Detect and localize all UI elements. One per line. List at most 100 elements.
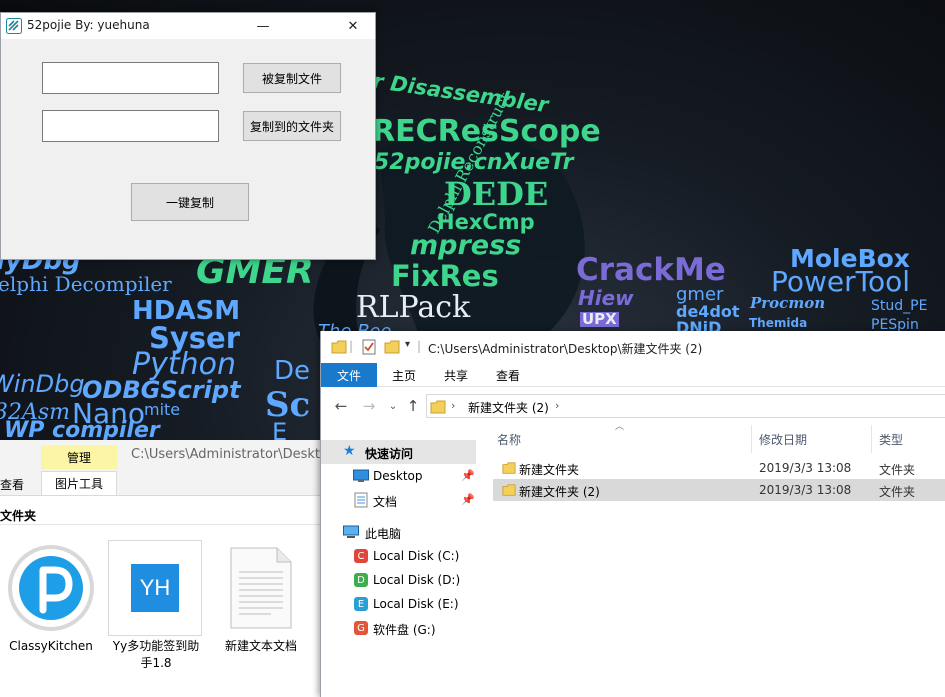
one-click-copy-button[interactable]: 一键复制	[131, 183, 249, 221]
drive-c-icon: C	[354, 549, 368, 563]
background-explorer-ribbon: 管理 C:\Users\Administrator\Desktop\ 查看 图片…	[0, 440, 341, 496]
file-list-pane: ︿ 名称 修改日期 类型 新建文件夹 2019/3/3 13:08 文件夹 新建…	[493, 422, 945, 697]
wp-word-hiew: Hiew	[578, 286, 634, 310]
source-file-input[interactable]	[42, 62, 219, 94]
computer-icon	[343, 525, 359, 538]
explorer-title-path: C:\Users\Administrator\Desktop\新建文件夹 (2)	[428, 342, 703, 356]
pin-icon[interactable]: 📌	[461, 493, 475, 506]
file-row-selected[interactable]: 新建文件夹 (2) 2019/3/3 13:08 文件夹	[493, 479, 945, 501]
nav-item-label: Local Disk (C:)	[373, 549, 460, 563]
column-divider[interactable]	[751, 425, 752, 453]
divider	[0, 524, 322, 525]
file-type: 文件夹	[879, 485, 916, 499]
desktop-tile-text-document[interactable]: 新建文本文档	[212, 540, 310, 690]
breadcrumb-current-folder[interactable]: 新建文件夹 (2)	[468, 399, 549, 416]
pin-icon[interactable]: 📌	[461, 469, 475, 482]
new-folder-icon[interactable]	[384, 339, 400, 355]
tab-file[interactable]: 文件	[321, 363, 377, 387]
wp-word-delphi-decompiler: elphi Decompiler	[0, 272, 172, 296]
background-explorer-path: C:\Users\Administrator\Desktop\	[131, 447, 341, 462]
up-arrow-icon[interactable]: ↑	[403, 396, 423, 416]
column-header-date[interactable]: 修改日期	[759, 431, 807, 448]
yh-app-icon: YH	[108, 540, 202, 636]
minimize-button[interactable]: —	[241, 13, 285, 39]
yh-app-icon-text: YH	[131, 564, 179, 612]
properties-icon[interactable]	[361, 339, 377, 355]
recent-locations-chevron-icon[interactable]: ⌄	[383, 396, 403, 416]
wp-word-pespin: PESpin	[871, 317, 919, 333]
column-header-type[interactable]: 类型	[879, 431, 903, 448]
ribbon-view-tab[interactable]: 查看	[0, 476, 24, 493]
star-icon: ★	[343, 443, 356, 459]
file-name: 新建文件夹 (2)	[519, 485, 600, 499]
sort-ascending-icon: ︿	[615, 422, 625, 432]
file-type: 文件夹	[879, 463, 916, 477]
address-bar[interactable]: › 新建文件夹 (2) ›	[426, 394, 945, 418]
folder-icon	[502, 462, 516, 474]
close-button[interactable]: ✕	[331, 13, 375, 39]
navigation-pane: ★ 快速访问 Desktop 📌 文档 📌 此电脑 C Local Disk (…	[321, 425, 493, 697]
file-date: 2019/3/3 13:08	[759, 461, 852, 475]
wp-word-procmon: Procmon	[750, 294, 826, 312]
ribbon-picture-tools-tab[interactable]: 图片工具	[41, 471, 117, 495]
breadcrumb-chevron-icon[interactable]: ›	[451, 399, 455, 412]
quick-access-dropdown-icon[interactable]: ▾	[405, 339, 410, 350]
wp-word-upx: UPX	[580, 310, 619, 328]
nav-item-quick-access[interactable]: ★ 快速访问	[321, 440, 476, 464]
nav-item-desktop[interactable]: Desktop 📌	[321, 464, 493, 488]
nav-item-label: Desktop	[373, 469, 423, 483]
titlebar-separator-icon: |	[417, 339, 422, 353]
desktop-tile-classykitchen[interactable]: ClassyKitchen	[2, 540, 100, 690]
tab-view[interactable]: 查看	[481, 363, 535, 387]
minimize-icon: —	[256, 18, 270, 34]
nav-item-disk-c[interactable]: C Local Disk (C:)	[321, 544, 493, 568]
back-arrow-icon[interactable]: ←	[331, 396, 351, 416]
nav-item-documents[interactable]: 文档 📌	[321, 488, 493, 512]
tab-home[interactable]: 主页	[377, 363, 431, 387]
nav-item-label: Local Disk (E:)	[373, 597, 459, 611]
select-target-folder-button[interactable]: 复制到的文件夹	[243, 111, 341, 141]
wp-word-mite: mite	[144, 400, 181, 419]
ribbon-manage-tab[interactable]: 管理	[41, 445, 117, 469]
nav-item-this-pc[interactable]: 此电脑	[321, 520, 493, 544]
column-header-name[interactable]: 名称	[497, 431, 521, 448]
file-date: 2019/3/3 13:08	[759, 483, 852, 497]
explorer-navigation-bar: ← → ⌄ ↑ › 新建文件夹 (2) ›	[321, 387, 945, 425]
background-explorer-window[interactable]: 管理 C:\Users\Administrator\Desktop\ 查看 图片…	[0, 440, 341, 697]
tile-label: 新建文本文档	[224, 639, 297, 653]
app-title: 52pojie By: yuehuna	[27, 18, 150, 32]
wp-word-compiler: WP compiler	[4, 418, 160, 443]
nav-item-disk-d[interactable]: D Local Disk (D:)	[321, 568, 493, 592]
explorer-ribbon-tabs: 文件 主页 共享 查看	[321, 363, 945, 387]
file-explorer-window[interactable]: | ▾ | C:\Users\Administrator\Desktop\新建文…	[320, 331, 945, 697]
wp-word-fixres: FixRes	[391, 259, 499, 293]
wp-word-de: De	[274, 356, 311, 386]
nav-item-label: 软件盘 (G:)	[373, 623, 436, 637]
drive-g-icon: G	[354, 621, 368, 635]
explorer-titlebar[interactable]: | ▾ | C:\Users\Administrator\Desktop\新建文…	[321, 331, 945, 363]
app-titlebar[interactable]: 52pojie By: yuehuna — ✕	[1, 13, 375, 39]
file-row[interactable]: 新建文件夹 2019/3/3 13:08 文件夹	[493, 457, 945, 479]
copy-tool-window[interactable]: 52pojie By: yuehuna — ✕ 被复制文件 复制到的文件夹 一键…	[0, 12, 376, 260]
nav-item-disk-g[interactable]: G 软件盘 (G:)	[321, 616, 493, 640]
breadcrumb-chevron-icon[interactable]: ›	[555, 399, 559, 412]
select-source-file-button[interactable]: 被复制文件	[243, 63, 341, 93]
file-name: 新建文件夹	[519, 463, 580, 477]
drive-e-icon: E	[354, 597, 368, 611]
wp-word-windbg: WinDbg	[0, 370, 85, 398]
wp-word-sc: Sc	[265, 385, 311, 425]
nav-item-disk-e[interactable]: E Local Disk (E:)	[321, 592, 493, 616]
forward-arrow-icon[interactable]: →	[359, 396, 379, 416]
text-document-icon	[216, 542, 306, 634]
nav-item-label: 文档	[373, 495, 398, 509]
app-logo-icon	[6, 18, 22, 34]
folder-icon	[502, 484, 516, 496]
column-divider[interactable]	[871, 425, 872, 453]
nav-item-label: Local Disk (D:)	[373, 573, 461, 587]
desktop-tile-yy-checkin[interactable]: YH Yy多功能签到助手1.8	[107, 540, 205, 690]
target-folder-input[interactable]	[42, 110, 219, 142]
tab-share[interactable]: 共享	[431, 363, 481, 387]
close-icon: ✕	[347, 18, 359, 34]
wp-word-crackme: CrackMe	[576, 252, 726, 288]
desktop-icon	[353, 469, 369, 482]
